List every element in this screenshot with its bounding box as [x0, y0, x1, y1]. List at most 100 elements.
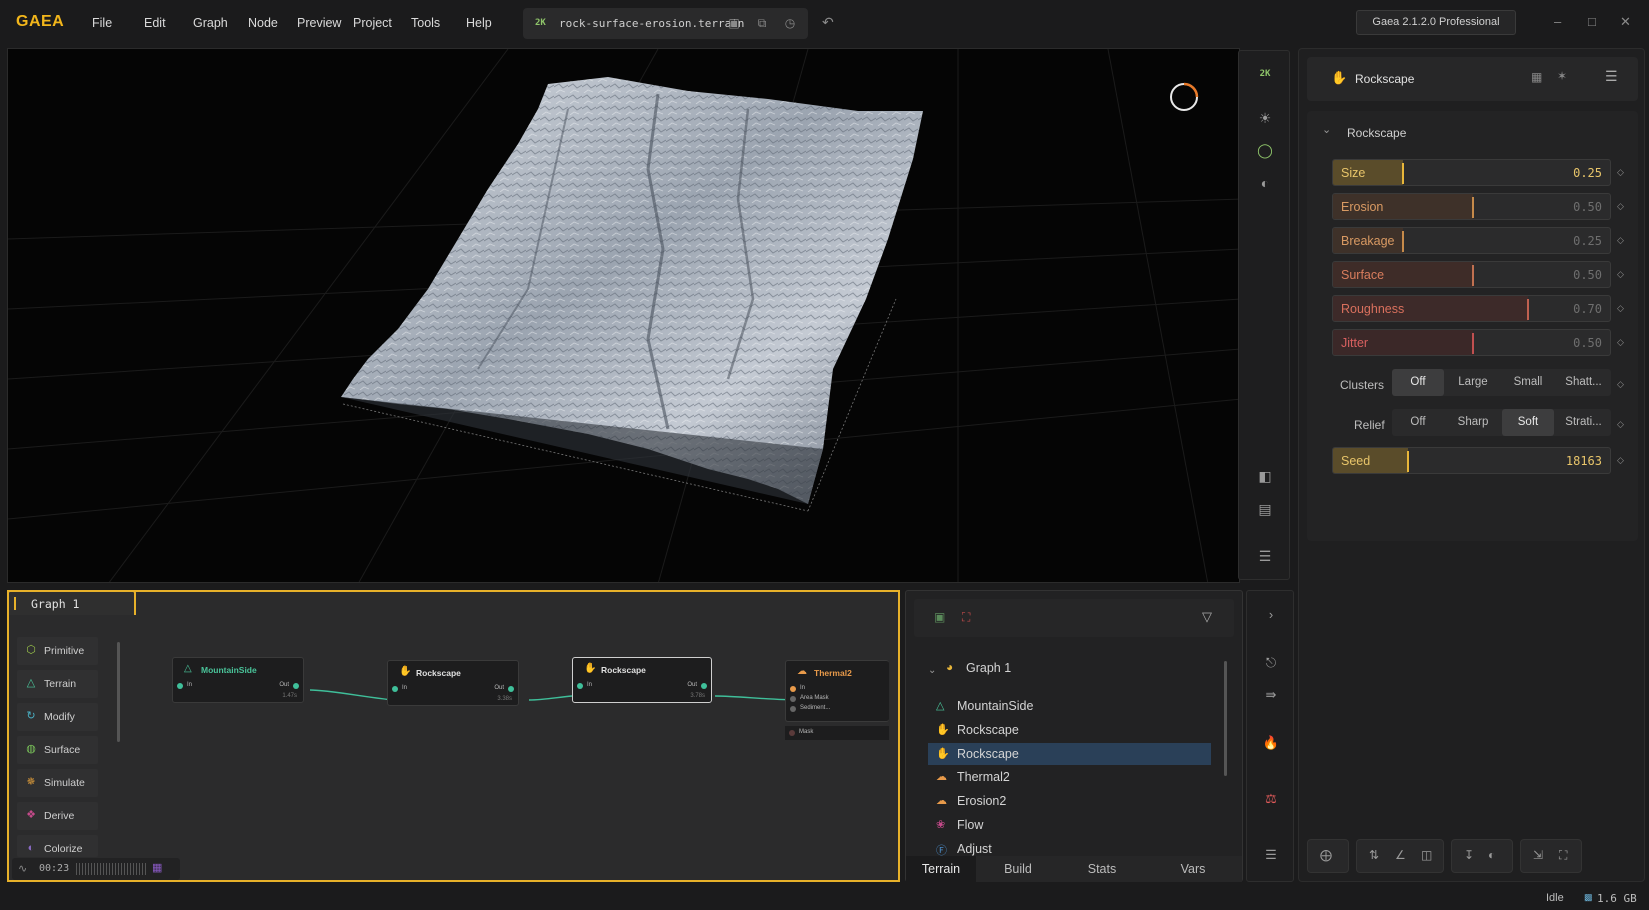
- slider-knob[interactable]: [1401, 163, 1404, 184]
- mask-port[interactable]: [789, 730, 795, 736]
- in-port[interactable]: [790, 686, 796, 692]
- undo-icon[interactable]: ↶: [822, 14, 834, 31]
- library-surface[interactable]: ◍ Surface: [17, 736, 98, 764]
- library-simulate[interactable]: ✵ Simulate: [17, 769, 98, 797]
- relief-option-strati[interactable]: Strati...: [1556, 409, 1611, 436]
- graph-node-thermal2[interactable]: ☁ Thermal2 In Area Mask Sediment...: [785, 660, 889, 722]
- 3d-viewport[interactable]: [7, 48, 1240, 583]
- save-icon[interactable]: ▣: [727, 16, 741, 30]
- select-icon[interactable]: ▣: [934, 610, 945, 624]
- relief-option-sharp[interactable]: Sharp: [1447, 409, 1499, 436]
- slider-knob[interactable]: [1527, 299, 1530, 320]
- keyframe-diamond-icon[interactable]: ◇: [1617, 379, 1624, 390]
- keyframe-diamond-icon[interactable]: ◇: [1617, 167, 1624, 178]
- erosion-slider[interactable]: Erosion 0.50: [1332, 193, 1611, 220]
- chevron-right-icon[interactable]: ›: [1247, 607, 1295, 622]
- breakage-slider[interactable]: Breakage 0.25: [1332, 227, 1611, 254]
- tree-item-mountainside[interactable]: △ MountainSide: [928, 695, 1211, 717]
- library-terrain[interactable]: △ Terrain: [17, 670, 98, 698]
- clusters-option-large[interactable]: Large: [1447, 369, 1499, 396]
- slider-knob[interactable]: [1471, 197, 1474, 218]
- sun-icon[interactable]: ☀: [1239, 110, 1291, 127]
- clusters-option-shatter[interactable]: Shatt...: [1556, 369, 1611, 396]
- keyframe-diamond-icon[interactable]: ◇: [1617, 419, 1624, 430]
- keyframe-diamond-icon[interactable]: ◇: [1617, 455, 1624, 466]
- jitter-slider[interactable]: Jitter 0.50: [1332, 329, 1611, 356]
- axis-icon[interactable]: ✶: [1557, 69, 1567, 83]
- tree-root[interactable]: Graph 1: [966, 661, 1011, 675]
- copy-icon[interactable]: ⧉: [755, 16, 769, 30]
- slider-value[interactable]: 0.25: [1573, 234, 1602, 248]
- menu-help[interactable]: Help: [466, 16, 492, 30]
- slider-knob[interactable]: [1471, 265, 1474, 286]
- out-port[interactable]: [508, 686, 514, 692]
- input-port[interactable]: [790, 706, 796, 712]
- slider-value[interactable]: 0.50: [1573, 336, 1602, 350]
- mirror-icon[interactable]: ◫: [1421, 848, 1432, 862]
- in-port[interactable]: [392, 686, 398, 692]
- graph-node-mountainside[interactable]: △ MountainSide In Out 1.47s: [172, 657, 304, 703]
- slider-value[interactable]: 0.50: [1573, 200, 1602, 214]
- menu-graph[interactable]: Graph: [193, 16, 228, 30]
- connect-icon[interactable]: ⇛: [1247, 687, 1295, 703]
- relief-option-off[interactable]: Off: [1392, 409, 1444, 436]
- menu-node[interactable]: Node: [248, 16, 278, 30]
- fullscreen-icon[interactable]: ⛶: [1559, 848, 1567, 863]
- menu-file[interactable]: File: [92, 16, 112, 30]
- add-node-icon[interactable]: ⨁: [1320, 848, 1332, 862]
- tab-build[interactable]: Build: [976, 856, 1060, 882]
- contrast-icon[interactable]: ◐: [1488, 848, 1495, 862]
- keyframe-diamond-icon[interactable]: ◇: [1617, 269, 1624, 280]
- in-port[interactable]: [577, 683, 583, 689]
- chevron-down-icon[interactable]: ⌄: [928, 665, 936, 676]
- collapse-icon[interactable]: ⇲: [1533, 848, 1543, 862]
- slider-value[interactable]: 0.50: [1573, 268, 1602, 282]
- cook-icon[interactable]: ⚖: [1247, 791, 1295, 807]
- library-modify[interactable]: ↻ Modify: [17, 703, 98, 731]
- viewport-menu-icon[interactable]: ☰: [1239, 548, 1291, 565]
- tab-vars[interactable]: Vars: [1144, 856, 1242, 882]
- minimize-icon[interactable]: –: [1554, 14, 1561, 29]
- focus-icon[interactable]: ⛶: [962, 610, 970, 625]
- keyframe-diamond-icon[interactable]: ◇: [1617, 201, 1624, 212]
- graph-node-rockscape[interactable]: ✋ Rockscape In Out 3.78s: [572, 657, 712, 703]
- section-title[interactable]: Rockscape: [1347, 126, 1406, 140]
- seed-slider[interactable]: Seed 18163: [1332, 447, 1611, 474]
- properties-menu-icon[interactable]: ☰: [1605, 68, 1618, 85]
- filter-funnel-icon[interactable]: ▽: [1202, 609, 1212, 625]
- seed-knob[interactable]: [1407, 451, 1410, 472]
- keyframe-diamond-icon[interactable]: ◇: [1617, 337, 1624, 348]
- in-port[interactable]: [177, 683, 183, 689]
- tree-item-rockscape[interactable]: ✋ Rockscape: [928, 719, 1211, 741]
- bookmark-icon[interactable]: ⎋: [1247, 655, 1295, 671]
- file-name[interactable]: rock-surface-erosion.terrain: [559, 17, 744, 30]
- close-icon[interactable]: ✕: [1620, 14, 1631, 30]
- slider-knob[interactable]: [1401, 231, 1404, 252]
- resolution-toggle[interactable]: 2K: [1239, 69, 1291, 79]
- surface-slider[interactable]: Surface 0.50: [1332, 261, 1611, 288]
- size-slider[interactable]: Size 0.25: [1332, 159, 1611, 186]
- tree-item-erosion2[interactable]: ☁ Erosion2: [928, 790, 1211, 812]
- out-port[interactable]: [293, 683, 299, 689]
- menu-project[interactable]: Project: [353, 16, 392, 30]
- tab-terrain[interactable]: Terrain: [906, 856, 976, 882]
- history-icon[interactable]: ◷: [783, 16, 797, 30]
- tree-item-rockscape[interactable]: ✋ Rockscape: [928, 742, 1211, 765]
- grid-icon[interactable]: ▦: [152, 861, 162, 874]
- relief-option-soft[interactable]: Soft: [1502, 409, 1554, 436]
- slider-value[interactable]: 0.25: [1573, 166, 1602, 180]
- keyframe-diamond-icon[interactable]: ◇: [1617, 235, 1624, 246]
- tree-scrollbar[interactable]: [1224, 661, 1227, 776]
- library-primitive[interactable]: ⬡ Primitive: [17, 637, 98, 665]
- menu-preview[interactable]: Preview: [297, 16, 341, 30]
- tree-item-flow[interactable]: ❀ Flow: [928, 814, 1211, 836]
- split-view-icon[interactable]: ◧: [1239, 468, 1291, 485]
- clusters-option-small[interactable]: Small: [1502, 369, 1554, 396]
- library-colorize[interactable]: ◐ Colorize: [17, 835, 98, 857]
- tree-menu-icon[interactable]: ☰: [1247, 847, 1295, 863]
- keyframe-diamond-icon[interactable]: ◇: [1617, 303, 1624, 314]
- terrain-render[interactable]: [8, 49, 1240, 583]
- maximize-icon[interactable]: □: [1588, 14, 1596, 29]
- chevron-down-icon[interactable]: ⌄: [1322, 123, 1331, 136]
- slope-icon[interactable]: ∠: [1395, 848, 1406, 862]
